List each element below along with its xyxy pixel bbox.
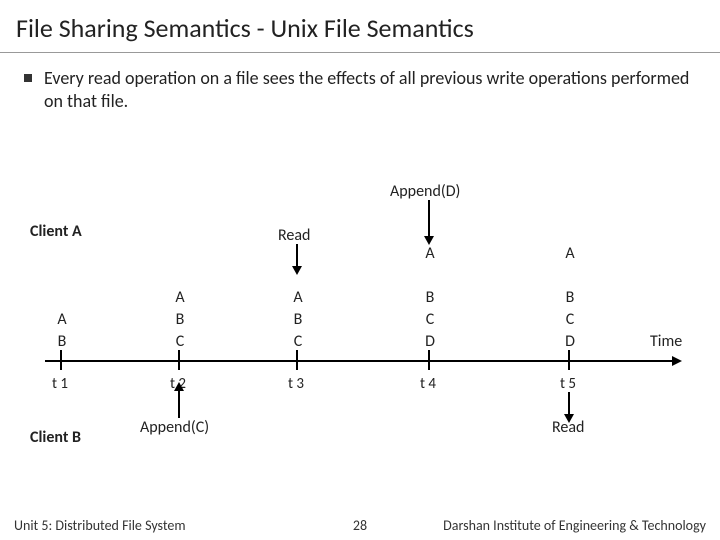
tick-label-t5: t 5	[560, 375, 576, 393]
timeline-arrowhead	[672, 356, 682, 366]
footer-page: 28	[353, 517, 367, 534]
read-lower-label: Read	[552, 418, 584, 437]
tick-t1	[60, 350, 62, 370]
cell-t5-0: A	[558, 244, 582, 263]
read-upper-label: Read	[278, 226, 310, 245]
cell-t4-0: A	[418, 244, 442, 263]
append-d-arrow	[428, 200, 430, 238]
bullet-row: Every read operation on a file sees the …	[0, 53, 720, 118]
tick-label-t1: t 1	[52, 375, 68, 393]
cell-t5-2: C	[558, 310, 582, 329]
cell-t4-1: B	[418, 288, 442, 307]
read-lower-arrow	[568, 392, 570, 416]
read-upper-arrowhead	[292, 266, 302, 275]
footer: Unit 5: Distributed File System 28 Darsh…	[0, 510, 720, 540]
cell-t4-2: C	[418, 310, 442, 329]
read-upper-arrow	[296, 244, 298, 268]
client-b-label: Client B	[30, 428, 81, 447]
client-a-label: Client A	[30, 222, 82, 241]
append-c-arrow	[178, 390, 180, 418]
cell-t4-3: D	[418, 332, 442, 351]
slide-title: File Sharing Semantics - Unix File Seman…	[0, 0, 720, 53]
tick-t3	[296, 350, 298, 370]
cell-t2-0: A	[168, 288, 192, 307]
diagram: Client A Append(D) Read A B A B C A B C …	[0, 160, 720, 460]
time-axis-label: Time	[650, 332, 682, 351]
append-d-label: Append(D)	[390, 182, 460, 201]
tick-label-t3: t 3	[288, 375, 304, 393]
tick-t2	[178, 350, 180, 370]
cell-t5-3: D	[558, 332, 582, 351]
append-c-arrowhead	[174, 382, 184, 391]
bullet-marker	[24, 74, 32, 82]
cell-t2-1: B	[168, 310, 192, 329]
cell-t1-0: A	[50, 310, 74, 329]
cell-t3-0: A	[286, 288, 310, 307]
tick-t5	[568, 350, 570, 370]
cell-t2-2: C	[168, 332, 192, 351]
timeline-axis	[45, 360, 675, 362]
cell-t1-1: B	[50, 332, 74, 351]
cell-t5-1: B	[558, 288, 582, 307]
footer-right: Darshan Institute of Engineering & Techn…	[443, 517, 706, 534]
cell-t3-2: C	[286, 332, 310, 351]
bullet-text: Every read operation on a file sees the …	[44, 67, 696, 112]
tick-t4	[428, 350, 430, 370]
cell-t3-1: B	[286, 310, 310, 329]
tick-label-t4: t 4	[420, 375, 436, 393]
footer-left: Unit 5: Distributed File System	[14, 517, 186, 534]
append-c-label: Append(C)	[140, 418, 209, 437]
